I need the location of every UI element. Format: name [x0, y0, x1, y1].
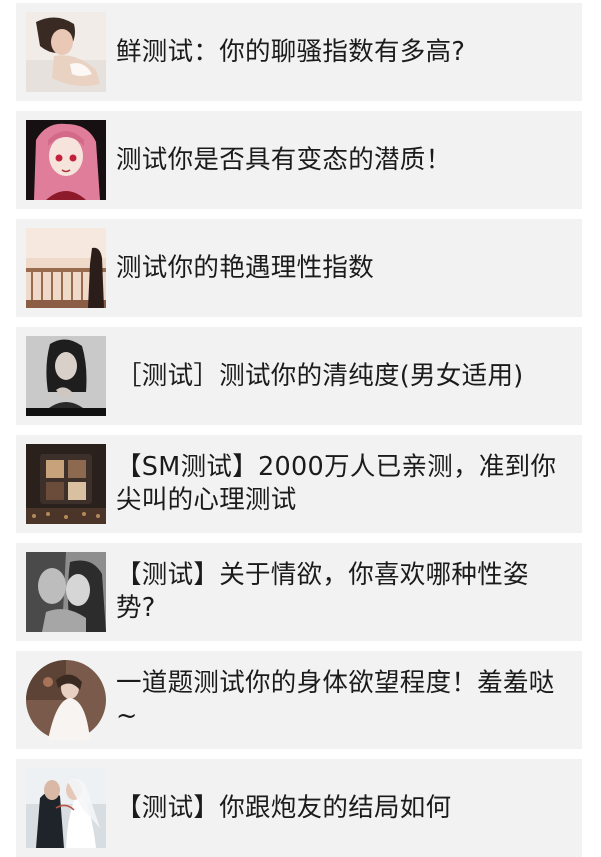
item-title: 【SM测试】2000万人已亲测，准到你尖叫的心理测试 [116, 452, 557, 515]
woman-portrait-bw-photo [26, 336, 106, 416]
list-item[interactable]: 【SM测试】2000万人已亲测，准到你尖叫的心理测试 [16, 435, 582, 533]
list-item[interactable]: 一道题测试你的身体欲望程度！羞羞哒~ [16, 651, 582, 749]
item-title: 鲜测试：你的聊骚指数有多高? [116, 36, 466, 67]
list-item[interactable]: 测试你的艳遇理性指数 [16, 219, 582, 317]
wedding-kiss-photo [26, 768, 106, 848]
woman-lying-photo [26, 12, 106, 92]
list-item[interactable]: 测试你是否具有变态的潜质！ [16, 111, 582, 209]
item-title: 测试你是否具有变态的潜质！ [116, 144, 452, 175]
item-title: 测试你的艳遇理性指数 [116, 252, 375, 283]
list-item[interactable]: 【测试】你跟炮友的结局如何 [16, 759, 582, 857]
balcony-photo [26, 228, 106, 308]
couple-bw-photo [26, 552, 106, 632]
eyeshadow-palette-photo [26, 444, 106, 524]
item-title: 一道题测试你的身体欲望程度！羞羞哒~ [116, 668, 555, 731]
anime-girl-image [26, 120, 106, 200]
list-item[interactable]: ［测试］测试你的清纯度(男女适用) [16, 327, 582, 425]
item-title: 【测试】你跟炮友的结局如何 [116, 792, 452, 823]
list-item[interactable]: 【测试】关于情欲，你喜欢哪种性姿势? [16, 543, 582, 641]
item-title: 【测试】关于情欲，你喜欢哪种性姿势? [116, 560, 529, 623]
list-item[interactable]: 鲜测试：你的聊骚指数有多高? [16, 3, 582, 101]
bride-round-photo [26, 660, 106, 740]
item-title: ［测试］测试你的清纯度(男女适用) [116, 360, 524, 391]
article-feed: 鲜测试：你的聊骚指数有多高? 测试你是否具有变态的潜质！ 测试你的艳遇理性指数 … [0, 0, 601, 857]
